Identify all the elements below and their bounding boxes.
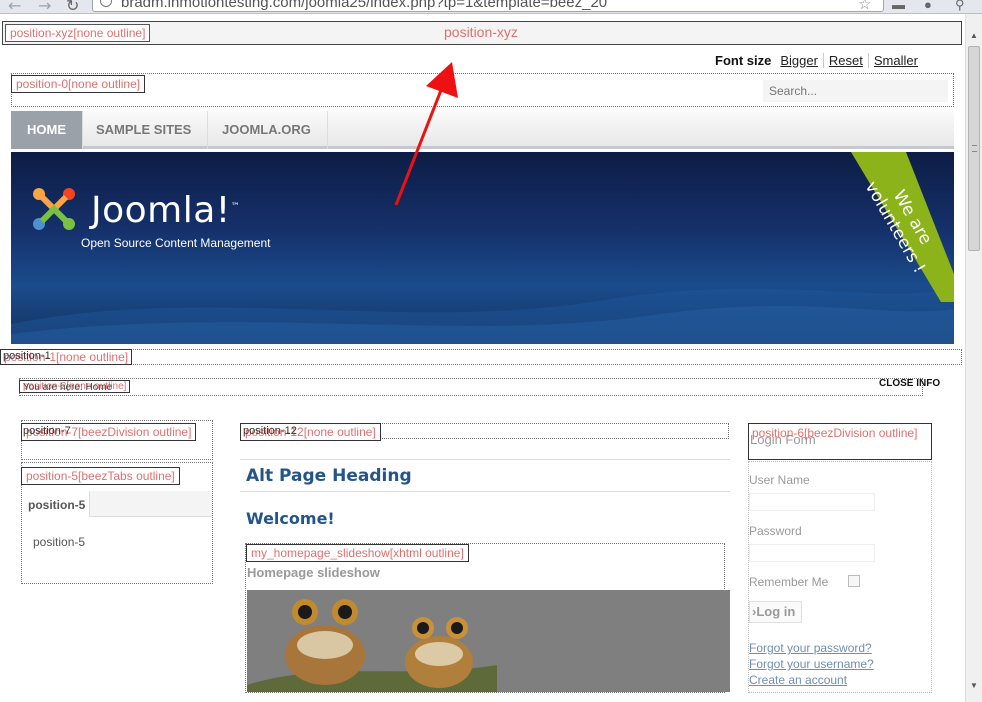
username-input[interactable]: [749, 493, 875, 511]
position-5-outline-label: position-5[beezTabs outline]: [21, 467, 180, 485]
header-banner: Joomla!™ Open Source Content Management …: [11, 152, 954, 344]
position-0-outline-label: position-0[none outline]: [11, 75, 146, 93]
volunteers-ribbon: We are volunteers !: [851, 152, 954, 302]
search-input[interactable]: [763, 80, 948, 102]
joomla-logo-text: Joomla!™: [91, 190, 241, 231]
welcome-heading: Welcome!: [246, 509, 335, 528]
divider: [240, 491, 730, 492]
scroll-up-icon[interactable]: ▲: [966, 28, 982, 44]
position-6-outline-label: position-6[beezDivision outline]: [752, 426, 918, 440]
menu-item-sample-sites[interactable]: Sample Sites: [80, 111, 209, 149]
red-arrow-annotation: [394, 62, 458, 206]
position-12-label: position-12: [243, 425, 297, 437]
font-size-tools: Font size Bigger Reset Smaller: [715, 53, 923, 68]
wrench-icon[interactable]: ⚲: [955, 0, 965, 13]
slideshow-outline-label: my_homepage_slideshow[xhtml outline]: [246, 544, 469, 562]
remember-me-checkbox[interactable]: [848, 575, 860, 587]
position-xyz-outline-label: position-xyz[none outline]: [5, 24, 151, 42]
page-icon: [100, 0, 112, 7]
forward-icon[interactable]: →: [38, 0, 51, 15]
frogs-photo: [247, 590, 730, 692]
remember-me-label: Remember Me: [749, 575, 829, 589]
close-info-button[interactable]: CLOSE INFO: [879, 378, 940, 389]
address-bar[interactable]: bradm.inmotiontesting.com/joomla25/index…: [92, 0, 884, 12]
position-xyz-label: position-xyz: [444, 24, 518, 40]
position-7-label: position-7: [23, 425, 71, 437]
menu-item-joomla-org[interactable]: Joomla.org: [206, 111, 328, 149]
username-label: User Name: [749, 473, 810, 487]
position-1-module: [0, 349, 962, 365]
alt-page-heading: Alt Page Heading: [246, 466, 412, 486]
url-text: bradm.inmotiontesting.com/joomla25/index…: [121, 0, 608, 11]
breadcrumb: You are here: Home: [23, 382, 113, 393]
reload-icon[interactable]: ↻: [66, 0, 79, 15]
scroll-down-icon[interactable]: ▼: [966, 678, 982, 694]
extension-icon[interactable]: ●: [924, 0, 932, 12]
main-menu: Home Sample Sites Joomla.org: [11, 111, 954, 149]
position-5-tabbar: [90, 491, 212, 517]
login-button[interactable]: ›Log in: [749, 601, 802, 623]
tab-position-5[interactable]: position-5: [22, 491, 90, 517]
divider: [240, 459, 730, 460]
position-2-module: [19, 378, 923, 396]
bookmark-star-icon[interactable]: ☆: [858, 0, 871, 13]
back-icon[interactable]: ←: [8, 0, 21, 15]
forgot-password-link[interactable]: Forgot your password?: [749, 641, 872, 655]
font-smaller-link[interactable]: Smaller: [869, 53, 923, 68]
slideshow-title: Homepage slideshow: [247, 565, 380, 580]
page-menu-icon[interactable]: ▬: [892, 0, 905, 12]
create-account-link[interactable]: Create an account: [749, 673, 847, 687]
forgot-username-link[interactable]: Forgot your username?: [749, 657, 874, 671]
font-size-label: Font size: [715, 53, 772, 68]
slideshow-image[interactable]: [247, 590, 730, 692]
font-reset-link[interactable]: Reset: [823, 53, 869, 68]
banner-wave: [11, 288, 954, 344]
banner-tagline: Open Source Content Management: [81, 236, 271, 250]
vertical-scrollbar[interactable]: ▲ ▼: [965, 14, 982, 702]
joomla-logo-icon: [33, 188, 75, 230]
position-1-label: position-1: [3, 350, 51, 362]
menu-item-home[interactable]: Home: [11, 111, 83, 149]
password-input[interactable]: [749, 544, 875, 562]
position-xyz-module: position-xyz[none outline] position-xyz: [2, 21, 962, 45]
font-bigger-link[interactable]: Bigger: [775, 53, 824, 68]
position-5-content: position-5: [22, 518, 212, 564]
password-label: Password: [749, 524, 802, 538]
scroll-thumb[interactable]: [968, 46, 980, 251]
browser-toolbar: ← → ↻ bradm.inmotiontesting.com/joomla25…: [0, 0, 982, 15]
